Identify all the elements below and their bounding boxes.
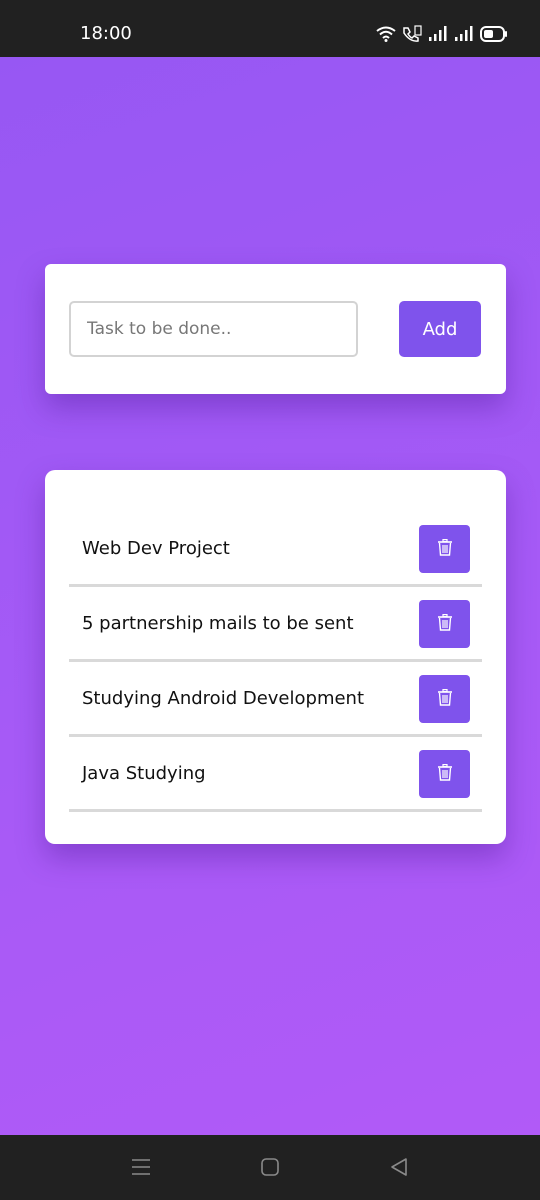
signal-icon [454,26,474,42]
delete-task-button[interactable] [419,600,470,648]
task-list-card: Web Dev Project 5 partnership mails to b… [45,470,506,844]
trash-icon [437,613,452,634]
delete-task-button[interactable] [419,750,470,798]
status-icons [376,22,508,46]
trash-icon [437,763,452,784]
delete-task-button[interactable] [419,525,470,573]
task-input-card: Add [45,264,506,394]
task-row: Java Studying [69,737,482,812]
delete-task-button[interactable] [419,675,470,723]
trash-icon [437,538,452,559]
battery-icon [480,26,508,42]
task-label: Studying Android Development [82,688,365,709]
task-label: 5 partnership mails to be sent [82,613,354,634]
status-time: 18:00 [80,23,132,44]
signal-icon [428,26,448,42]
back-icon[interactable] [387,1155,411,1179]
task-input[interactable] [69,301,358,357]
task-row: Web Dev Project [69,512,482,587]
add-button[interactable]: Add [399,301,481,357]
volte-icon [402,25,422,43]
home-icon[interactable] [258,1155,282,1179]
task-row: 5 partnership mails to be sent [69,587,482,662]
task-label: Web Dev Project [82,538,230,559]
task-label: Java Studying [82,763,206,784]
trash-icon [437,688,452,709]
recents-icon[interactable] [129,1155,153,1179]
task-row: Studying Android Development [69,662,482,737]
status-bar: 18:00 [0,0,540,57]
wifi-icon [376,26,396,42]
app-background: Add Web Dev Project 5 partnership [0,57,540,1135]
navigation-bar [0,1135,540,1200]
